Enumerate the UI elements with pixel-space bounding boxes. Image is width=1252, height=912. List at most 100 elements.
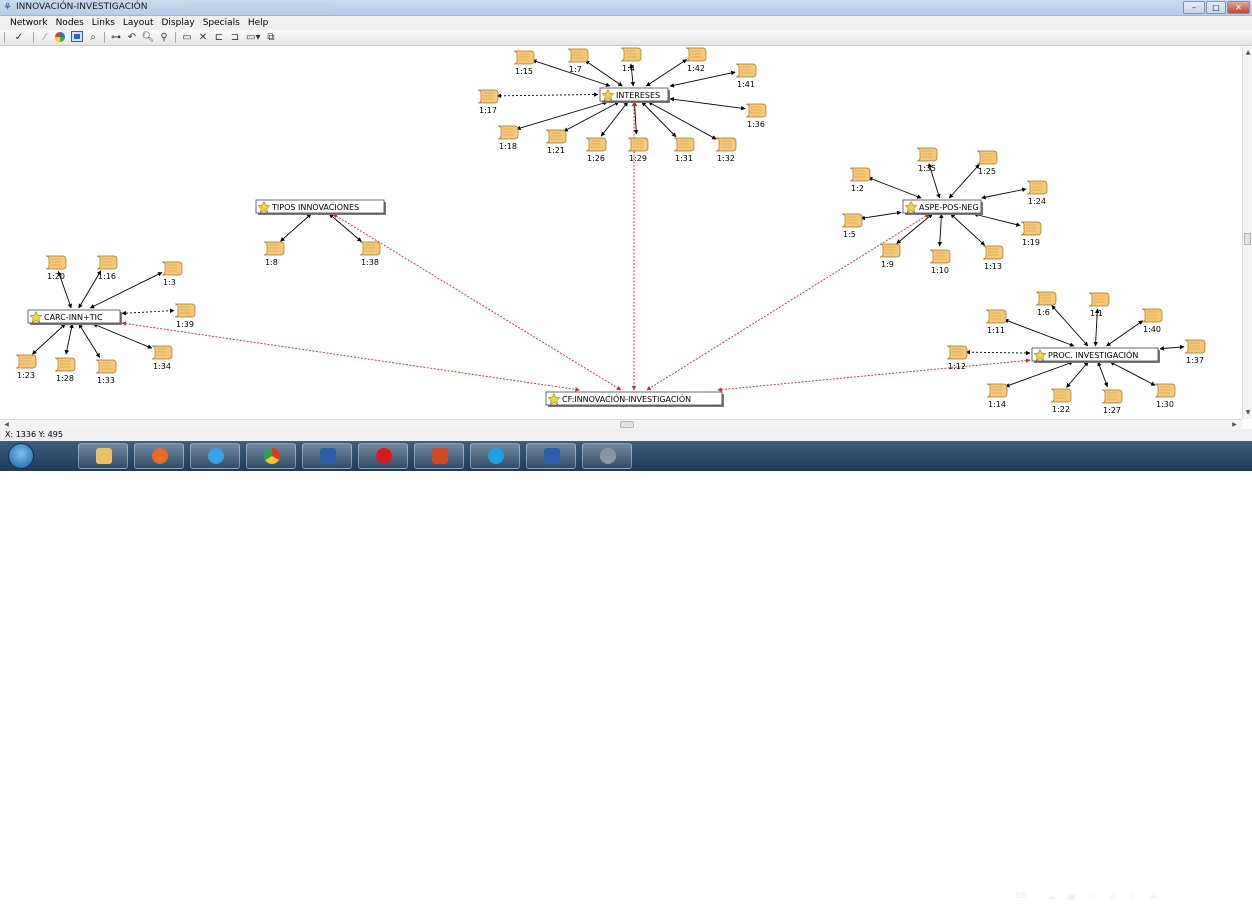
taskbar-firefox[interactable] bbox=[134, 443, 184, 469]
quote-node[interactable]: 1:29 bbox=[627, 137, 649, 163]
quote-node[interactable]: 1:15 bbox=[513, 50, 535, 76]
quote-node[interactable]: 1:24 bbox=[1026, 180, 1048, 206]
quote-node[interactable]: 1:17 bbox=[477, 89, 499, 115]
quote-node[interactable]: 1:5 bbox=[841, 213, 863, 239]
copy-icon[interactable]: ⧉ bbox=[264, 31, 278, 44]
taskbar-chrome[interactable] bbox=[246, 443, 296, 469]
quote-node[interactable]: 1:31 bbox=[673, 137, 695, 163]
quote-node[interactable]: 1:37 bbox=[1184, 339, 1206, 365]
close-button[interactable]: ✕ bbox=[1227, 1, 1250, 14]
code-node-carc[interactable]: CARC-INN+TIC bbox=[27, 309, 122, 325]
quote-node[interactable]: 1:11 bbox=[985, 309, 1007, 335]
quote-node[interactable]: 1:1 bbox=[1088, 292, 1110, 318]
check-icon[interactable]: ✓ bbox=[12, 31, 26, 44]
tray-expand-icon[interactable]: ▴ bbox=[1050, 892, 1054, 901]
quote-node[interactable]: 1:7 bbox=[567, 48, 589, 74]
quote-node[interactable]: 1:41 bbox=[735, 63, 757, 89]
taskbar-media[interactable] bbox=[302, 443, 352, 469]
scroll-up-icon[interactable]: ▲ bbox=[1244, 48, 1252, 57]
quote-node[interactable]: 1:22 bbox=[1050, 388, 1072, 414]
maximize-button[interactable]: □ bbox=[1206, 1, 1226, 14]
scroll-left-icon[interactable]: ◀ bbox=[2, 420, 11, 429]
menu-network[interactable]: Network bbox=[6, 16, 52, 30]
clock-date[interactable]: 23/04/2016 bbox=[1199, 897, 1245, 906]
quote-node[interactable]: 1:35 bbox=[916, 147, 938, 173]
tray-battery-icon[interactable]: ▯ bbox=[1130, 892, 1134, 901]
quote-node[interactable]: 1:27 bbox=[1101, 389, 1123, 415]
quote-node[interactable]: 1:39 bbox=[174, 303, 196, 329]
quote-node[interactable]: 1:2 bbox=[849, 167, 871, 193]
quote-node[interactable]: 1:33 bbox=[95, 359, 117, 385]
taskbar-opera[interactable] bbox=[358, 443, 408, 469]
color-wheel-icon[interactable] bbox=[53, 31, 67, 44]
quote-node[interactable]: 1:30 bbox=[1154, 383, 1176, 409]
clock-time[interactable]: 10:22 p.m. bbox=[1205, 886, 1249, 895]
vertical-scroll-thumb[interactable] bbox=[1244, 233, 1251, 245]
quote-node[interactable]: 1:42 bbox=[685, 47, 707, 73]
start-button[interactable] bbox=[8, 443, 34, 469]
minimize-button[interactable]: – bbox=[1183, 1, 1205, 14]
menu-help[interactable]: Help bbox=[244, 16, 273, 30]
undo-icon[interactable]: ↶ bbox=[125, 31, 139, 44]
quote-node[interactable]: 1:12 bbox=[946, 345, 968, 371]
code-node-cf[interactable]: CF:INNOVACIÓN-INVESTIGACIÓN bbox=[545, 391, 724, 407]
taskbar-atlas[interactable] bbox=[582, 443, 632, 469]
menu-layout[interactable]: Layout bbox=[119, 16, 158, 30]
delete-icon[interactable]: ✕ bbox=[196, 31, 210, 44]
lasso-icon[interactable]: ⌕ bbox=[86, 31, 100, 44]
quote-node[interactable]: 1:38 bbox=[359, 241, 381, 267]
quote-node[interactable]: 1:32 bbox=[715, 137, 737, 163]
quote-node[interactable]: 1:4 bbox=[620, 47, 642, 73]
menu-specials[interactable]: Specials bbox=[199, 16, 244, 30]
quote-node[interactable]: 1:21 bbox=[545, 129, 567, 155]
horizontal-scroll-thumb[interactable] bbox=[620, 421, 634, 428]
quote-node[interactable]: 1:26 bbox=[585, 137, 607, 163]
vertical-scrollbar[interactable]: ▲ ▼ bbox=[1242, 47, 1252, 419]
tray-flag-icon[interactable]: ▦ bbox=[1068, 892, 1076, 901]
taskbar-skype[interactable] bbox=[470, 443, 520, 469]
taskbar-ie[interactable] bbox=[190, 443, 240, 469]
tree-icon[interactable]: ⊶ bbox=[109, 31, 123, 44]
dropdown-icon[interactable]: ▭▾ bbox=[246, 31, 260, 44]
quote-node[interactable]: 1:14 bbox=[986, 383, 1008, 409]
quote-node[interactable]: 1:25 bbox=[976, 150, 998, 176]
tray-network-icon[interactable]: ⏲ bbox=[1088, 892, 1094, 902]
scroll-down-icon[interactable]: ▼ bbox=[1244, 408, 1252, 417]
tray-volume-icon[interactable]: ◂) bbox=[1150, 892, 1157, 901]
title-bar[interactable]: ⚘ INNOVACIÓN-INVESTIGACIÓN – □ ✕ bbox=[0, 0, 1252, 16]
pencil-icon[interactable]: ⁄ bbox=[38, 31, 52, 44]
quote-node[interactable]: 1:9 bbox=[879, 243, 901, 269]
network-canvas[interactable]: 1:15 1:7 1:4 1:42 1:41 1:17 1:36 1:18 1:21 1:26 1:… bbox=[0, 47, 1242, 419]
image-icon[interactable] bbox=[70, 31, 84, 44]
taskbar-powerpoint[interactable] bbox=[414, 443, 464, 469]
zoom-in-icon[interactable]: 🔍︎ bbox=[141, 31, 155, 44]
quote-node[interactable]: 1:10 bbox=[929, 249, 951, 275]
quote-node[interactable]: 1:34 bbox=[151, 345, 173, 371]
code-node-aspe[interactable]: ASPE-POS-NEG bbox=[902, 199, 983, 215]
menu-nodes[interactable]: Nodes bbox=[52, 16, 88, 30]
add-node-icon[interactable]: ▭ bbox=[180, 31, 194, 44]
quote-node[interactable]: 1:18 bbox=[497, 125, 519, 151]
language-indicator[interactable]: ES bbox=[1016, 891, 1026, 900]
zoom-out-icon[interactable]: ⚲ bbox=[157, 31, 171, 44]
quote-node[interactable]: 1:23 bbox=[15, 354, 37, 380]
taskbar-explorer[interactable] bbox=[78, 443, 128, 469]
link-icon[interactable]: ⊏ bbox=[212, 31, 226, 44]
quote-node[interactable]: 1:19 bbox=[1020, 221, 1042, 247]
quote-node[interactable]: 1:36 bbox=[745, 103, 767, 129]
quote-node[interactable]: 1:13 bbox=[982, 245, 1004, 271]
code-node-tipos[interactable]: TIPOS INNOVACIONES bbox=[255, 199, 386, 215]
scroll-right-icon[interactable]: ▶ bbox=[1230, 420, 1239, 429]
code-node-proc[interactable]: PROC. INVESTIGACIÓN bbox=[1031, 347, 1160, 363]
quote-node[interactable]: 1:20 bbox=[45, 255, 67, 281]
quote-node[interactable]: 1:28 bbox=[54, 357, 76, 383]
horizontal-scrollbar[interactable]: ◀ ▶ bbox=[0, 419, 1242, 429]
quote-node[interactable]: 1:8 bbox=[263, 241, 285, 267]
quote-node[interactable]: 1:40 bbox=[1141, 308, 1163, 334]
quote-node[interactable]: 1:3 bbox=[161, 261, 183, 287]
taskbar-word[interactable] bbox=[526, 443, 576, 469]
quote-node[interactable]: 1:16 bbox=[96, 255, 118, 281]
menu-links[interactable]: Links bbox=[88, 16, 119, 30]
tray-signal-icon[interactable]: ıl bbox=[1110, 892, 1114, 901]
unlink-icon[interactable]: ⊐ bbox=[228, 31, 242, 44]
